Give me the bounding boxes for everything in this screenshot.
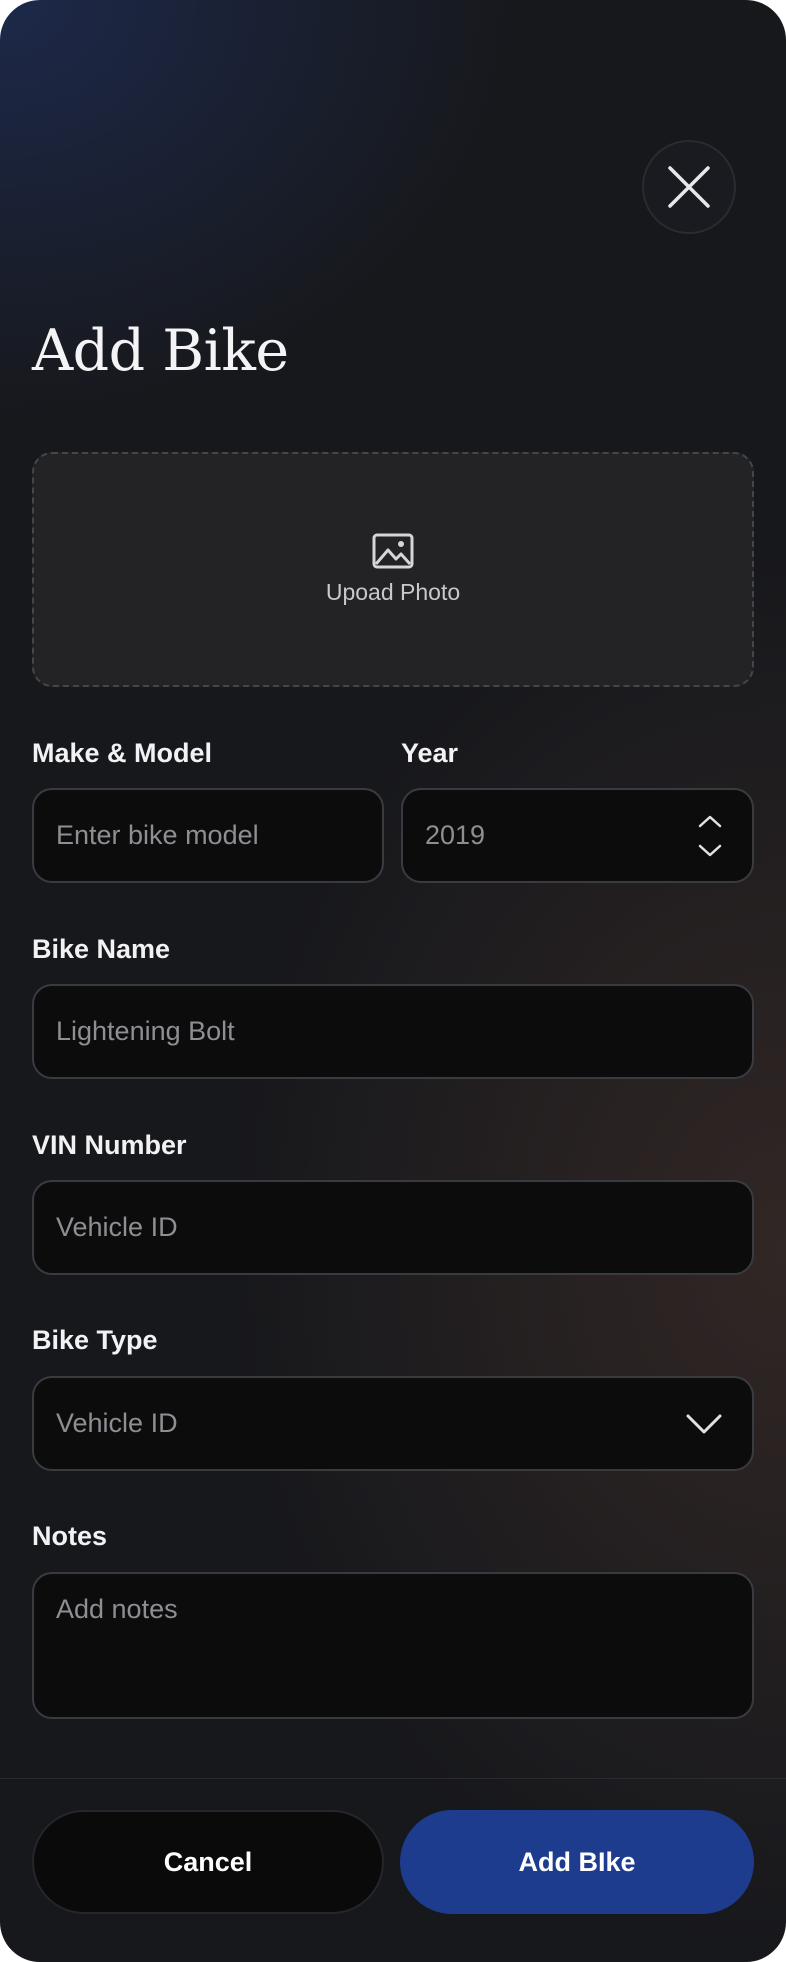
cancel-button[interactable]: Cancel xyxy=(32,1810,384,1914)
page-title: Add Bike xyxy=(32,318,289,384)
vin-placeholder: Vehicle ID xyxy=(56,1212,178,1242)
add-bike-button-label: Add BIke xyxy=(518,1846,636,1877)
close-button[interactable] xyxy=(642,140,736,234)
add-bike-sheet: Add Bike Upoad Photo Make & Model Enter … xyxy=(0,0,786,1962)
make-model-input[interactable]: Enter bike model xyxy=(32,788,384,883)
cancel-button-label: Cancel xyxy=(163,1846,253,1877)
make-model-placeholder: Enter bike model xyxy=(56,820,259,850)
make-model-label: Make & Model xyxy=(32,738,213,768)
notes-textarea[interactable]: Add notes xyxy=(32,1572,754,1719)
chevron-up-down-icon[interactable] xyxy=(698,814,722,858)
vin-label: VIN Number xyxy=(32,1130,187,1160)
bike-name-label: Bike Name xyxy=(32,934,171,964)
notes-label: Notes xyxy=(32,1521,108,1551)
add-bike-button[interactable]: Add BIke xyxy=(400,1810,754,1914)
year-stepper[interactable]: 2019 xyxy=(401,788,754,883)
bike-type-value: Vehicle ID xyxy=(56,1408,178,1438)
vin-input[interactable]: Vehicle ID xyxy=(32,1180,754,1275)
upload-photo-area[interactable]: Upoad Photo xyxy=(32,452,754,687)
bike-type-label: Bike Type xyxy=(32,1325,158,1355)
upload-photo-label: Upoad Photo xyxy=(325,579,461,605)
chevron-down-icon xyxy=(686,1414,722,1433)
year-label: Year xyxy=(401,738,459,768)
notes-placeholder: Add notes xyxy=(56,1594,178,1624)
year-value: 2019 xyxy=(425,820,486,850)
image-icon xyxy=(372,533,414,569)
footer-divider xyxy=(0,1778,786,1779)
close-icon xyxy=(668,166,710,208)
bike-name-input[interactable]: Lightening Bolt xyxy=(32,984,754,1079)
bike-name-placeholder: Lightening Bolt xyxy=(56,1016,235,1046)
bike-type-select[interactable]: Vehicle ID xyxy=(32,1376,754,1471)
